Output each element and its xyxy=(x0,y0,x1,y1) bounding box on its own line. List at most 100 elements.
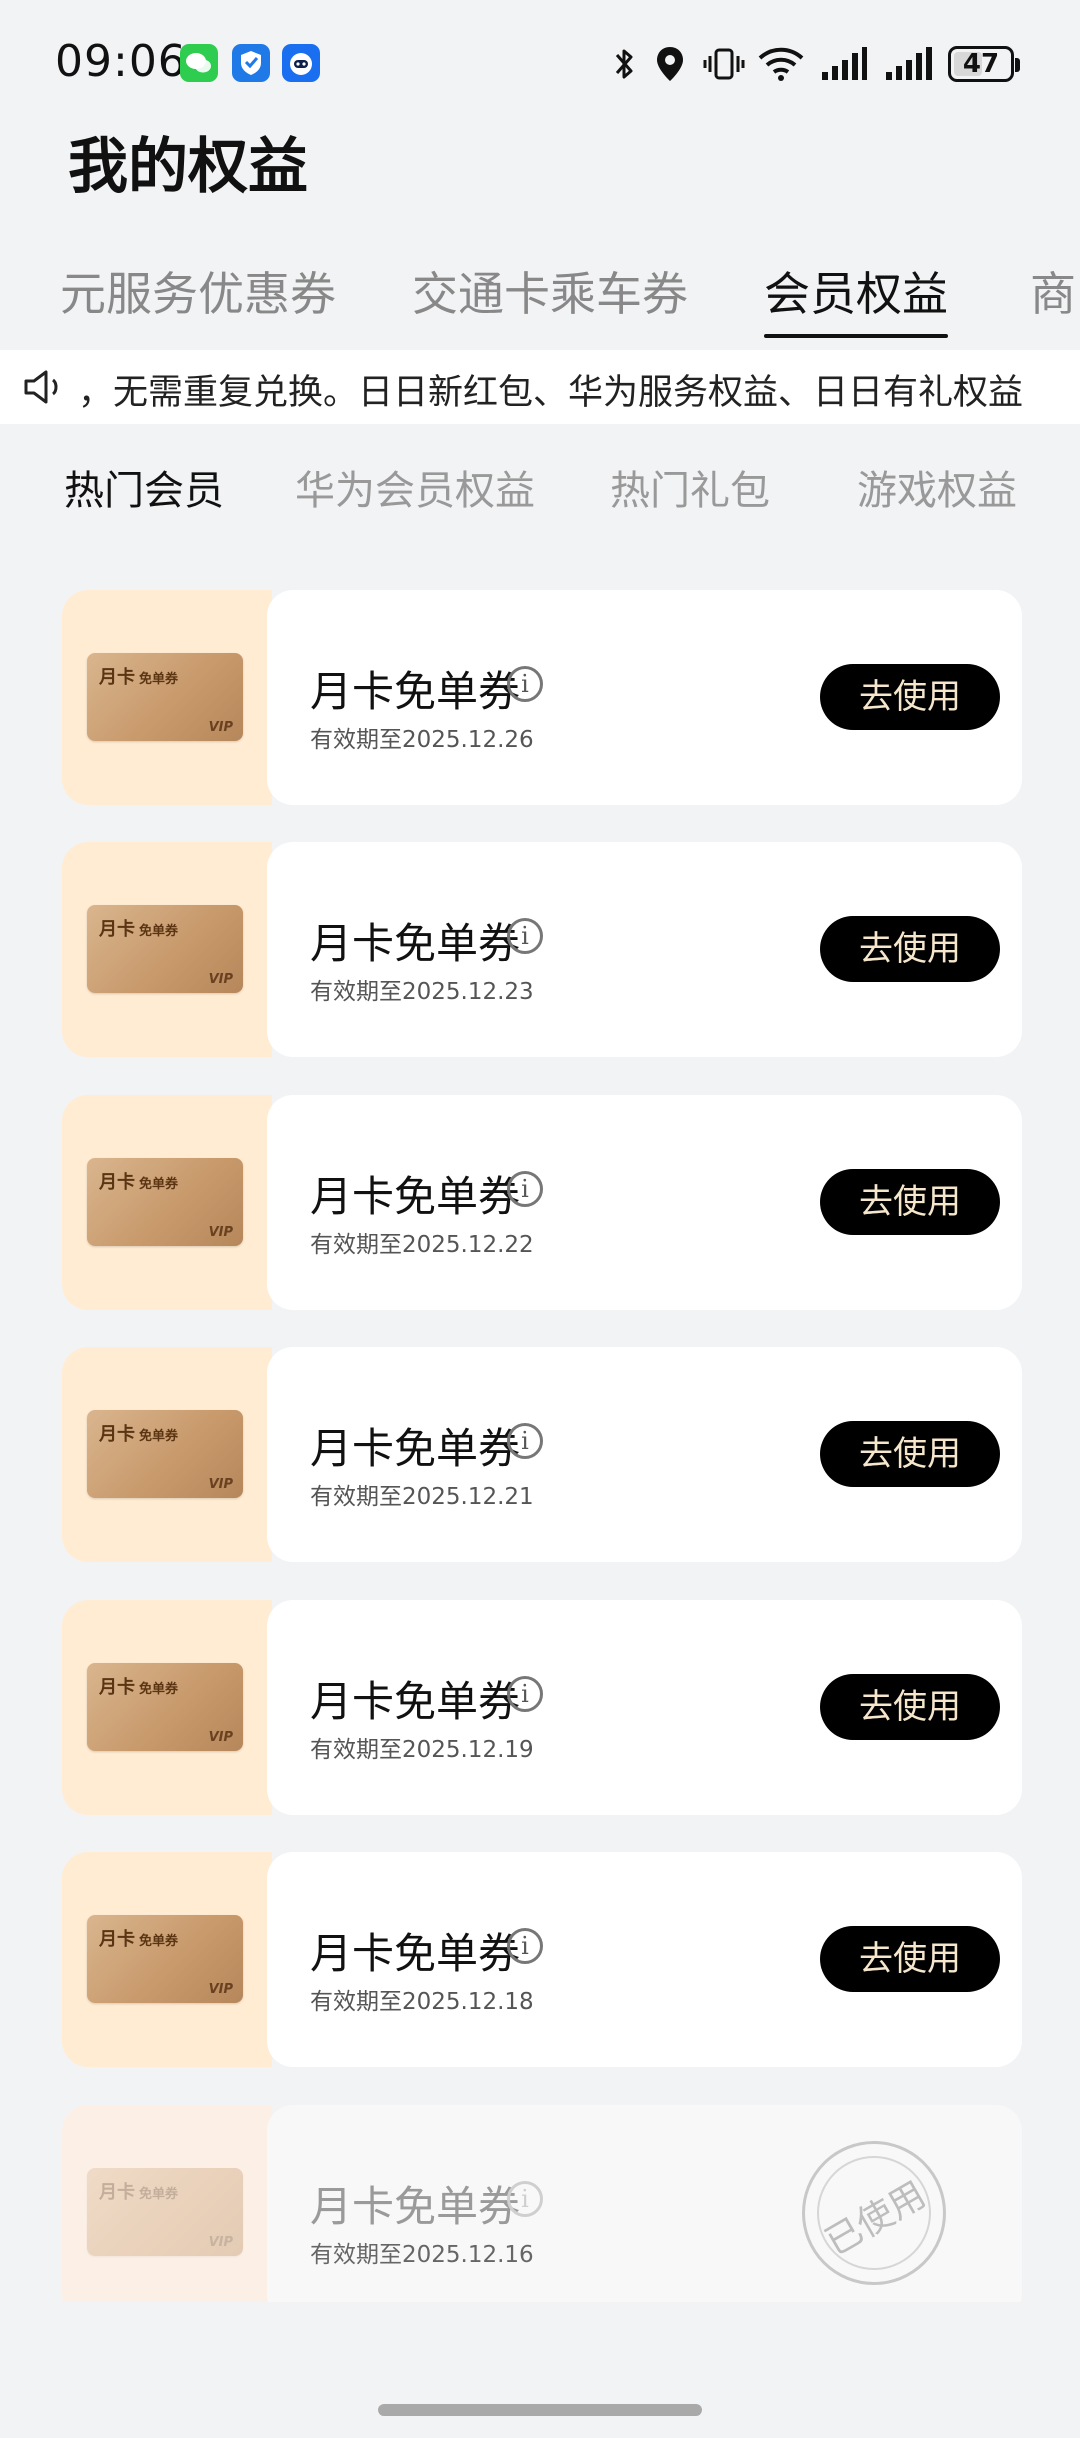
speaker-icon xyxy=(24,370,58,404)
coupon-body: 月卡免单券 i 有效期至2025.12.16 已使用 xyxy=(267,2105,1022,2320)
vip-card-subtitle: 免单券 xyxy=(139,1682,179,1697)
info-icon[interactable]: i xyxy=(507,666,543,702)
vip-card-image: 月卡 免单券 VIP xyxy=(87,1158,243,1246)
tab-active-underline xyxy=(764,334,948,338)
vip-card-image: 月卡 免单券 VIP xyxy=(87,905,243,993)
coupon-thumb: 月卡 免单券 VIP xyxy=(62,1600,272,1815)
sub-tabs: 热门会员 华为会员权益 热门礼包 游戏权益 xyxy=(0,458,1080,518)
coupon-body: 月卡免单券 i 有效期至2025.12.18 去使用 xyxy=(267,1852,1022,2067)
info-icon[interactable]: i xyxy=(507,1676,543,1712)
vip-card-image: 月卡 免单券 VIP xyxy=(87,1915,243,2003)
coupon-name: 月卡免单券 xyxy=(310,1929,521,1978)
coupon-body: 月卡免单券 i 有效期至2025.12.21 去使用 xyxy=(267,1347,1022,1562)
tab-more[interactable]: 商 xyxy=(1030,258,1076,324)
vip-card-title: 月卡 xyxy=(99,1677,135,1698)
coupon-thumb: 月卡 免单券 VIP xyxy=(62,1095,272,1310)
home-indicator[interactable] xyxy=(378,2404,702,2416)
bluetooth-icon xyxy=(608,44,640,84)
use-button[interactable]: 去使用 xyxy=(820,664,1000,730)
coupon-body: 月卡免单券 i 有效期至2025.12.23 去使用 xyxy=(267,842,1022,1057)
vip-card-image: 月卡 免单券 VIP xyxy=(87,1663,243,1751)
vip-card-title: 月卡 xyxy=(99,1424,135,1445)
use-button[interactable]: 去使用 xyxy=(820,916,1000,982)
notice-text: ，无需重复兑换。日日新红包、华为服务权益、日日有礼权益 xyxy=(78,373,1024,413)
vip-card-image: 月卡 免单券 VIP xyxy=(87,1410,243,1498)
vip-card-title: 月卡 xyxy=(99,919,135,940)
tab-member-benefits[interactable]: 会员权益 xyxy=(764,258,948,338)
subtab-label: 热门会员 xyxy=(64,468,224,514)
coupon-card[interactable]: 月卡 免单券 VIP 月卡免单券 i 有效期至2025.12.22 去使用 xyxy=(62,1095,1022,1310)
coupon-body: 月卡免单券 i 有效期至2025.12.26 去使用 xyxy=(267,590,1022,805)
info-icon[interactable]: i xyxy=(507,2181,543,2217)
use-button[interactable]: 去使用 xyxy=(820,1169,1000,1235)
info-icon[interactable]: i xyxy=(507,1928,543,1964)
subtab-label: 华为会员权益 xyxy=(295,468,535,514)
coupon-expiry: 有效期至2025.12.19 xyxy=(310,1737,534,1763)
tab-label: 交通卡乘车券 xyxy=(412,267,688,321)
coupon-expiry: 有效期至2025.12.16 xyxy=(310,2242,534,2268)
battery-level: 47 xyxy=(962,49,1000,79)
vip-card-badge: VIP xyxy=(208,2235,233,2250)
vip-card-subtitle: 免单券 xyxy=(139,2187,179,2202)
vip-card-subtitle: 免单券 xyxy=(139,1429,179,1444)
vip-card-badge: VIP xyxy=(208,1477,233,1492)
coupon-thumb: 月卡 免单券 VIP xyxy=(62,842,272,1057)
vip-card-title: 月卡 xyxy=(99,1929,135,1950)
coupon-card[interactable]: 月卡 免单券 VIP 月卡免单券 i 有效期至2025.12.26 去使用 xyxy=(62,590,1022,805)
location-icon xyxy=(652,44,688,84)
subtab-game-benefits[interactable]: 游戏权益 xyxy=(857,458,1017,516)
bot-app-icon xyxy=(282,44,320,82)
vip-card-title: 月卡 xyxy=(99,1172,135,1193)
coupon-card[interactable]: 月卡 免单券 VIP 月卡免单券 i 有效期至2025.12.23 去使用 xyxy=(62,842,1022,1057)
coupon-card-used[interactable]: 月卡 免单券 VIP 月卡免单券 i 有效期至2025.12.16 已使用 xyxy=(62,2105,1022,2320)
coupon-card[interactable]: 月卡 免单券 VIP 月卡免单券 i 有效期至2025.12.21 去使用 xyxy=(62,1347,1022,1562)
signal-icon-2 xyxy=(884,44,934,84)
subtab-hot-gifts[interactable]: 热门礼包 xyxy=(610,458,770,516)
info-icon[interactable]: i xyxy=(507,918,543,954)
status-time: 09:06 xyxy=(55,36,187,87)
coupon-name: 月卡免单券 xyxy=(310,1677,521,1726)
tab-service-coupons[interactable]: 元服务优惠券 xyxy=(60,258,336,324)
tab-label: 会员权益 xyxy=(764,267,948,321)
coupon-body: 月卡免单券 i 有效期至2025.12.22 去使用 xyxy=(267,1095,1022,1310)
subtab-label: 游戏权益 xyxy=(857,468,1017,514)
vibrate-icon xyxy=(702,44,746,84)
coupon-expiry: 有效期至2025.12.18 xyxy=(310,1989,534,2015)
coupon-body: 月卡免单券 i 有效期至2025.12.19 去使用 xyxy=(267,1600,1022,1815)
info-icon[interactable]: i xyxy=(507,1171,543,1207)
tab-label: 商 xyxy=(1030,267,1076,321)
vip-card-badge: VIP xyxy=(208,720,233,735)
use-button[interactable]: 去使用 xyxy=(820,1421,1000,1487)
coupon-name: 月卡免单券 xyxy=(310,1172,521,1221)
coupon-card[interactable]: 月卡 免单券 VIP 月卡免单券 i 有效期至2025.12.18 去使用 xyxy=(62,1852,1022,2067)
tab-transit-coupons[interactable]: 交通卡乘车券 xyxy=(412,258,688,324)
vip-card-title: 月卡 xyxy=(99,2182,135,2203)
bottom-fade xyxy=(0,2302,1080,2438)
subtab-label: 热门礼包 xyxy=(610,468,770,514)
use-button[interactable]: 去使用 xyxy=(820,1674,1000,1740)
vip-card-image: 月卡 免单券 VIP xyxy=(87,653,243,741)
wifi-icon xyxy=(756,44,806,84)
info-icon[interactable]: i xyxy=(507,1423,543,1459)
coupon-name: 月卡免单券 xyxy=(310,1424,521,1473)
coupon-thumb: 月卡 免单券 VIP xyxy=(62,1852,272,2067)
subtab-huawei-member[interactable]: 华为会员权益 xyxy=(295,458,535,516)
subtab-hot-members[interactable]: 热门会员 xyxy=(64,458,224,516)
coupon-card[interactable]: 月卡 免单券 VIP 月卡免单券 i 有效期至2025.12.19 去使用 xyxy=(62,1600,1022,1815)
coupon-expiry: 有效期至2025.12.21 xyxy=(310,1484,534,1510)
vip-card-subtitle: 免单券 xyxy=(139,1177,179,1192)
vip-card-badge: VIP xyxy=(208,1982,233,1997)
coupon-expiry: 有效期至2025.12.23 xyxy=(310,979,534,1005)
coupon-thumb: 月卡 免单券 VIP xyxy=(62,2105,272,2320)
status-bar: 09:06 47 xyxy=(0,0,1080,130)
vip-card-badge: VIP xyxy=(208,1225,233,1240)
vip-card-subtitle: 免单券 xyxy=(139,1934,179,1949)
coupon-expiry: 有效期至2025.12.26 xyxy=(310,727,534,753)
notice-bar[interactable]: ，无需重复兑换。日日新红包、华为服务权益、日日有礼权益 xyxy=(0,350,1080,424)
use-button[interactable]: 去使用 xyxy=(820,1926,1000,1992)
wechat-icon xyxy=(180,44,218,82)
coupon-name: 月卡免单券 xyxy=(310,667,521,716)
used-stamp: 已使用 xyxy=(802,2141,946,2285)
vip-card-subtitle: 免单券 xyxy=(139,672,179,687)
coupon-thumb: 月卡 免单券 VIP xyxy=(62,590,272,805)
